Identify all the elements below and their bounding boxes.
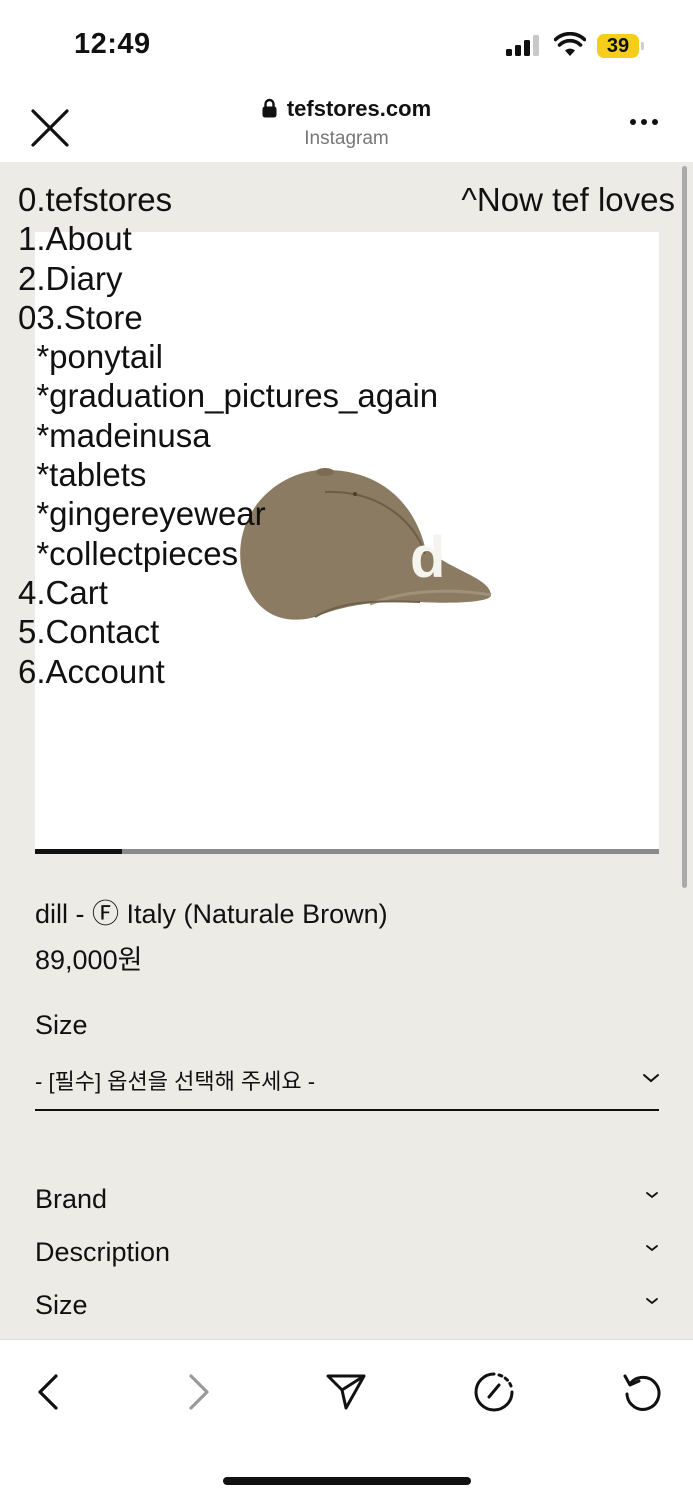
site-nav: 0.tefstores 1.About 2.Diary 03.Store *po… <box>18 180 438 691</box>
product-price: 89,000원 <box>35 945 143 975</box>
status-bar: 12:49 39 <box>0 0 693 90</box>
lock-icon <box>262 98 277 118</box>
accordion-brand[interactable]: Brand <box>35 1184 659 1224</box>
product-name: dill - Ⓕ Italy (Naturale Brown) <box>35 899 388 929</box>
nav-item-about[interactable]: 1.About <box>18 219 438 258</box>
home-indicator[interactable] <box>223 1477 471 1485</box>
chevron-down-icon <box>643 1074 659 1083</box>
nav-subitem-collectpieces[interactable]: *collectpieces <box>18 534 438 573</box>
url-bar[interactable]: tefstores.com <box>0 96 693 122</box>
chevron-down-icon <box>646 1245 658 1252</box>
accordion-size[interactable]: Size <box>35 1290 659 1330</box>
nav-item-diary[interactable]: 2.Diary <box>18 259 438 298</box>
forward-icon[interactable] <box>176 1370 220 1414</box>
accordion-label: Description <box>35 1237 171 1267</box>
nav-item-home[interactable]: 0.tefstores <box>18 180 438 219</box>
wifi-icon <box>554 32 586 56</box>
nav-subitem-gingereyewear[interactable]: *gingereyewear <box>18 494 438 533</box>
status-time: 12:49 <box>74 28 151 60</box>
bottom-toolbar <box>0 1339 693 1501</box>
image-slider-progress <box>35 849 123 854</box>
accordion-description[interactable]: Description <box>35 1237 659 1277</box>
battery-icon: 39 <box>597 34 647 58</box>
nav-subitem-madeinusa[interactable]: *madeinusa <box>18 416 438 455</box>
nav-item-store[interactable]: 03.Store <box>18 298 438 337</box>
nav-item-contact[interactable]: 5.Contact <box>18 612 438 651</box>
nav-subitem-graduation-pictures-again[interactable]: *graduation_pictures_again <box>18 376 438 415</box>
accordion-label: Brand <box>35 1184 108 1214</box>
size-select[interactable]: - [필수] 옵션을 선택해 주세요 - <box>35 1059 659 1111</box>
now-tef-loves-link[interactable]: ^Now tef loves <box>461 180 675 219</box>
more-icon[interactable] <box>624 110 664 134</box>
chevron-down-icon <box>646 1192 658 1199</box>
accordion-label: Size <box>35 1290 88 1320</box>
nav-item-account[interactable]: 6.Account <box>18 652 438 691</box>
battery-tip <box>641 42 644 50</box>
nav-subitem-ponytail[interactable]: *ponytail <box>18 337 438 376</box>
size-label: Size <box>35 1010 88 1040</box>
reload-icon[interactable] <box>621 1370 665 1414</box>
scrollbar[interactable] <box>682 166 687 888</box>
size-select-value: - [필수] 옵션을 선택해 주세요 - <box>35 1069 316 1094</box>
browser-header: tefstores.com Instagram <box>0 90 693 162</box>
nav-subitem-tablets[interactable]: *tablets <box>18 455 438 494</box>
image-slider-track[interactable] <box>35 849 659 854</box>
nav-item-cart[interactable]: 4.Cart <box>18 573 438 612</box>
chevron-down-icon <box>646 1298 658 1305</box>
share-icon[interactable] <box>324 1370 368 1414</box>
page-content: d 0.tefstores 1.About 2.Diary 03.Store *… <box>0 162 693 1339</box>
battery-level: 39 <box>597 34 639 58</box>
url-text: tefstores.com <box>286 96 432 121</box>
browser-subtitle: Instagram <box>304 128 389 149</box>
back-icon[interactable] <box>27 1370 71 1414</box>
speed-icon[interactable] <box>472 1370 516 1414</box>
cellular-signal-icon <box>506 35 539 56</box>
